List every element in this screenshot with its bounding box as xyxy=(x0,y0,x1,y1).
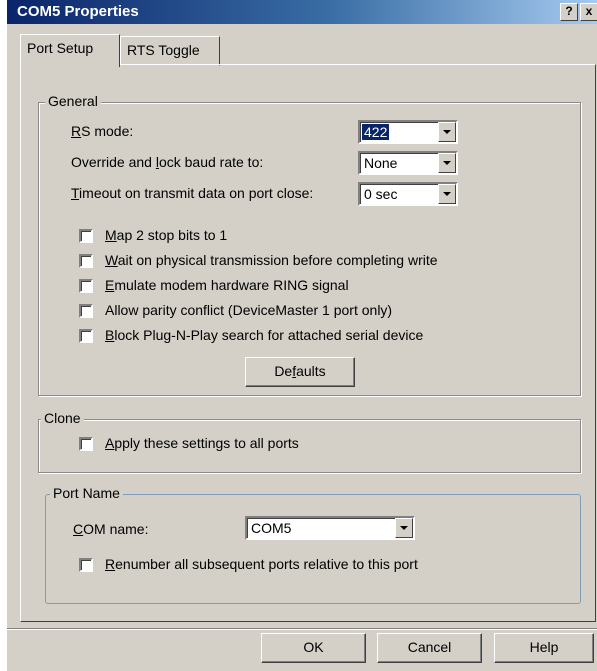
renumber-ports-label: Renumber all subsequent ports relative t… xyxy=(105,556,418,572)
chevron-down-icon[interactable] xyxy=(438,184,456,204)
baud-rate-value: None xyxy=(364,155,398,171)
renumber-ports-checkbox[interactable] xyxy=(79,558,93,572)
baud-rate-select[interactable]: None xyxy=(358,151,458,175)
baud-rate-label: Override and lock baud rate to: xyxy=(71,154,264,170)
rs-mode-value: 422 xyxy=(362,124,390,140)
chevron-down-icon[interactable] xyxy=(438,122,456,142)
emulate-ring-label: Emulate modem hardware RING signal xyxy=(105,277,349,293)
title-bar[interactable]: COM5 Properties ? x xyxy=(7,0,597,24)
wait-transmission-label: Wait on physical transmission before com… xyxy=(105,252,438,268)
clone-group-label: Clone xyxy=(41,410,84,426)
com-name-value: COM5 xyxy=(251,520,292,536)
timeout-label: Timeout on transmit data on port close: xyxy=(71,185,314,201)
properties-dialog: COM5 Properties ? x Port Setup RTS Toggl… xyxy=(6,0,597,671)
rs-mode-label: RS mode: xyxy=(71,123,134,139)
port-name-group-label: Port Name xyxy=(50,485,123,501)
block-pnp-checkbox[interactable] xyxy=(79,329,93,343)
com-name-label: COM name: xyxy=(73,521,149,537)
timeout-value: 0 sec xyxy=(364,186,398,202)
map-stop-bits-label: Map 2 stop bits to 1 xyxy=(105,227,228,243)
com-name-select[interactable]: COM5 xyxy=(245,516,415,540)
apply-all-ports-label: Apply these settings to all ports xyxy=(105,435,299,451)
port-name-group: Port Name COM name: COM5 Renumber all su… xyxy=(45,485,581,604)
defaults-button[interactable]: Defaults xyxy=(245,357,355,387)
help-button[interactable]: Help xyxy=(494,633,594,663)
rs-mode-select[interactable]: 422 xyxy=(358,120,458,144)
wait-transmission-checkbox[interactable] xyxy=(79,254,93,268)
tab-port-setup[interactable]: Port Setup xyxy=(20,34,120,67)
map-stop-bits-checkbox[interactable] xyxy=(79,229,93,243)
window-title: COM5 Properties xyxy=(17,3,139,20)
parity-conflict-label: Allow parity conflict (DeviceMaster 1 po… xyxy=(105,302,393,318)
chevron-down-icon[interactable] xyxy=(438,153,456,173)
emulate-ring-checkbox[interactable] xyxy=(79,279,93,293)
block-pnp-label: Block Plug-N-Play search for attached se… xyxy=(105,327,424,343)
close-title-button[interactable]: x xyxy=(580,3,597,21)
ok-button[interactable]: OK xyxy=(261,633,366,663)
tab-rts-toggle[interactable]: RTS Toggle xyxy=(120,36,220,66)
bottom-separator xyxy=(7,628,597,630)
general-group-label: General xyxy=(45,93,101,109)
chevron-down-icon[interactable] xyxy=(395,518,413,538)
port-setup-panel: General RS mode: 422 Override and lock b… xyxy=(20,64,596,622)
cancel-button[interactable]: Cancel xyxy=(377,633,482,663)
general-group: General RS mode: 422 Override and lock b… xyxy=(38,93,581,396)
apply-all-ports-checkbox[interactable] xyxy=(79,437,93,451)
help-title-button[interactable]: ? xyxy=(560,3,578,21)
parity-conflict-checkbox[interactable] xyxy=(79,304,93,318)
clone-group: Clone Apply these settings to all ports xyxy=(38,410,581,473)
timeout-select[interactable]: 0 sec xyxy=(358,182,458,206)
